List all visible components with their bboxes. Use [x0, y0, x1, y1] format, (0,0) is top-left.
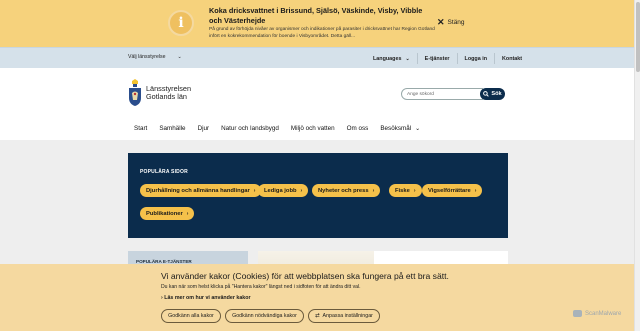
utility-bar: Välj länsstyrelse ⌄ Languages ⌄ E-tjänster… — [0, 47, 634, 68]
search-icon — [483, 91, 490, 97]
chevron-right-icon: › — [474, 187, 477, 194]
chevron-right-icon: › — [413, 187, 416, 194]
chevron-down-icon: ⌄ — [177, 54, 182, 60]
watermark-logo-icon — [573, 310, 582, 317]
e-services-link[interactable]: E-tjänster — [416, 53, 457, 64]
nav-natur[interactable]: Natur och landsbygd — [215, 125, 285, 132]
nav-om-oss[interactable]: Om oss — [341, 125, 375, 132]
chevron-down-icon: ⌄ — [405, 55, 410, 62]
languages-menu[interactable]: Languages ⌄ — [366, 53, 417, 64]
contact-link[interactable]: Kontakt — [494, 53, 529, 64]
languages-label: Languages — [373, 55, 402, 62]
pill-label: Lediga jobb — [264, 187, 297, 194]
logo-text: Länsstyrelsen Gotlands län — [146, 85, 191, 101]
alert-text: På grund av förhöjda nivåer av organisme… — [209, 27, 435, 39]
pill-fiske[interactable]: Fiske › — [389, 184, 422, 197]
accept-necessary-cookies-button[interactable]: Godkänn nödvändiga kakor — [225, 309, 304, 323]
close-icon: ✕ — [437, 17, 445, 27]
county-select[interactable]: Välj länsstyrelse ⌄ — [128, 54, 182, 60]
chevron-right-icon: › — [186, 210, 189, 217]
pill-lediga-jobb[interactable]: Lediga jobb › — [258, 184, 309, 197]
customize-cookies-label: Anpassa inställningar — [322, 313, 373, 319]
nav-start[interactable]: Start — [128, 125, 153, 132]
watermark-text: ScanMalware — [585, 310, 622, 317]
county-select-label: Välj länsstyrelse — [128, 54, 166, 60]
popular-heading: POPULÄRA SIDOR — [140, 169, 188, 175]
cookie-text: Du kan när som helst klicka på "Hantera … — [161, 284, 361, 290]
page-scrollbar[interactable] — [634, 0, 640, 331]
alert-banner: i Koka dricksvattnet i Brissund, Själsö,… — [0, 0, 634, 47]
watermark: ScanMalware — [573, 310, 621, 317]
crest-icon — [129, 79, 141, 106]
logo-line-2: Gotlands län — [146, 92, 187, 101]
search-button-label: Sök — [491, 91, 502, 97]
pill-label: Djurhållning och allmänna handlingar — [146, 187, 250, 194]
pill-publikationer[interactable]: Publikationer › — [140, 207, 195, 220]
search-input[interactable]: Ange sökord — [401, 88, 483, 100]
nav-besoksmal-label: Besöksmål — [380, 124, 412, 132]
chevron-down-icon: ⌄ — [415, 125, 421, 132]
alert-title: Koka dricksvattnet i Brissund, Själsö, V… — [209, 6, 423, 25]
nav-samhalle[interactable]: Samhälle — [153, 125, 191, 132]
pill-label: Nyheter och press — [318, 187, 369, 194]
info-icon: i — [168, 10, 194, 36]
cookie-read-more-link[interactable]: › Läs mer om hur vi använder kakor — [161, 295, 251, 301]
cookie-title: Vi använder kakor (Cookies) för att webb… — [161, 271, 449, 281]
customize-cookies-button[interactable]: ⇄ Anpassa inställningar — [308, 309, 380, 323]
alert-close-label: Stäng — [447, 18, 465, 26]
pill-label: Vigselförrättare — [428, 187, 471, 194]
site-logo[interactable]: Länsstyrelsen Gotlands län — [128, 79, 191, 107]
cookie-read-more-label: Läs mer om hur vi använder kakor — [164, 295, 251, 301]
search-button[interactable]: Sök — [480, 88, 505, 100]
main-navigation: Start Samhälle Djur Natur och landsbygd … — [128, 120, 426, 136]
accept-all-cookies-button[interactable]: Godkänn alla kakor — [161, 309, 221, 323]
alert-close-button[interactable]: ✕ Stäng — [437, 17, 465, 27]
nav-besoksmal[interactable]: Besöksmål ⌄ — [374, 125, 426, 132]
pill-label: Publikationer — [146, 210, 183, 217]
popular-pages-panel: POPULÄRA SIDOR Djurhållning och allmänna… — [128, 153, 508, 238]
settings-icon: ⇄ — [315, 313, 320, 319]
nav-djur[interactable]: Djur — [192, 125, 216, 132]
pill-nyheter[interactable]: Nyheter och press › — [312, 184, 381, 197]
nav-miljo[interactable]: Miljö och vatten — [285, 125, 341, 132]
site-search: Ange sökord Sök — [401, 88, 505, 100]
pill-djurhallning[interactable]: Djurhållning och allmänna handlingar › — [140, 184, 262, 197]
chevron-right-icon: › — [372, 187, 375, 194]
chevron-right-icon: › — [300, 187, 303, 194]
login-link[interactable]: Logga in — [456, 53, 494, 64]
utility-links: Languages ⌄ E-tjänster Logga in Kontakt — [366, 48, 529, 69]
pill-label: Fiske — [395, 187, 410, 194]
pill-vigsel[interactable]: Vigselförrättare › — [422, 184, 483, 197]
scrollbar-thumb[interactable] — [636, 2, 640, 72]
chevron-right-icon: › — [253, 187, 256, 194]
